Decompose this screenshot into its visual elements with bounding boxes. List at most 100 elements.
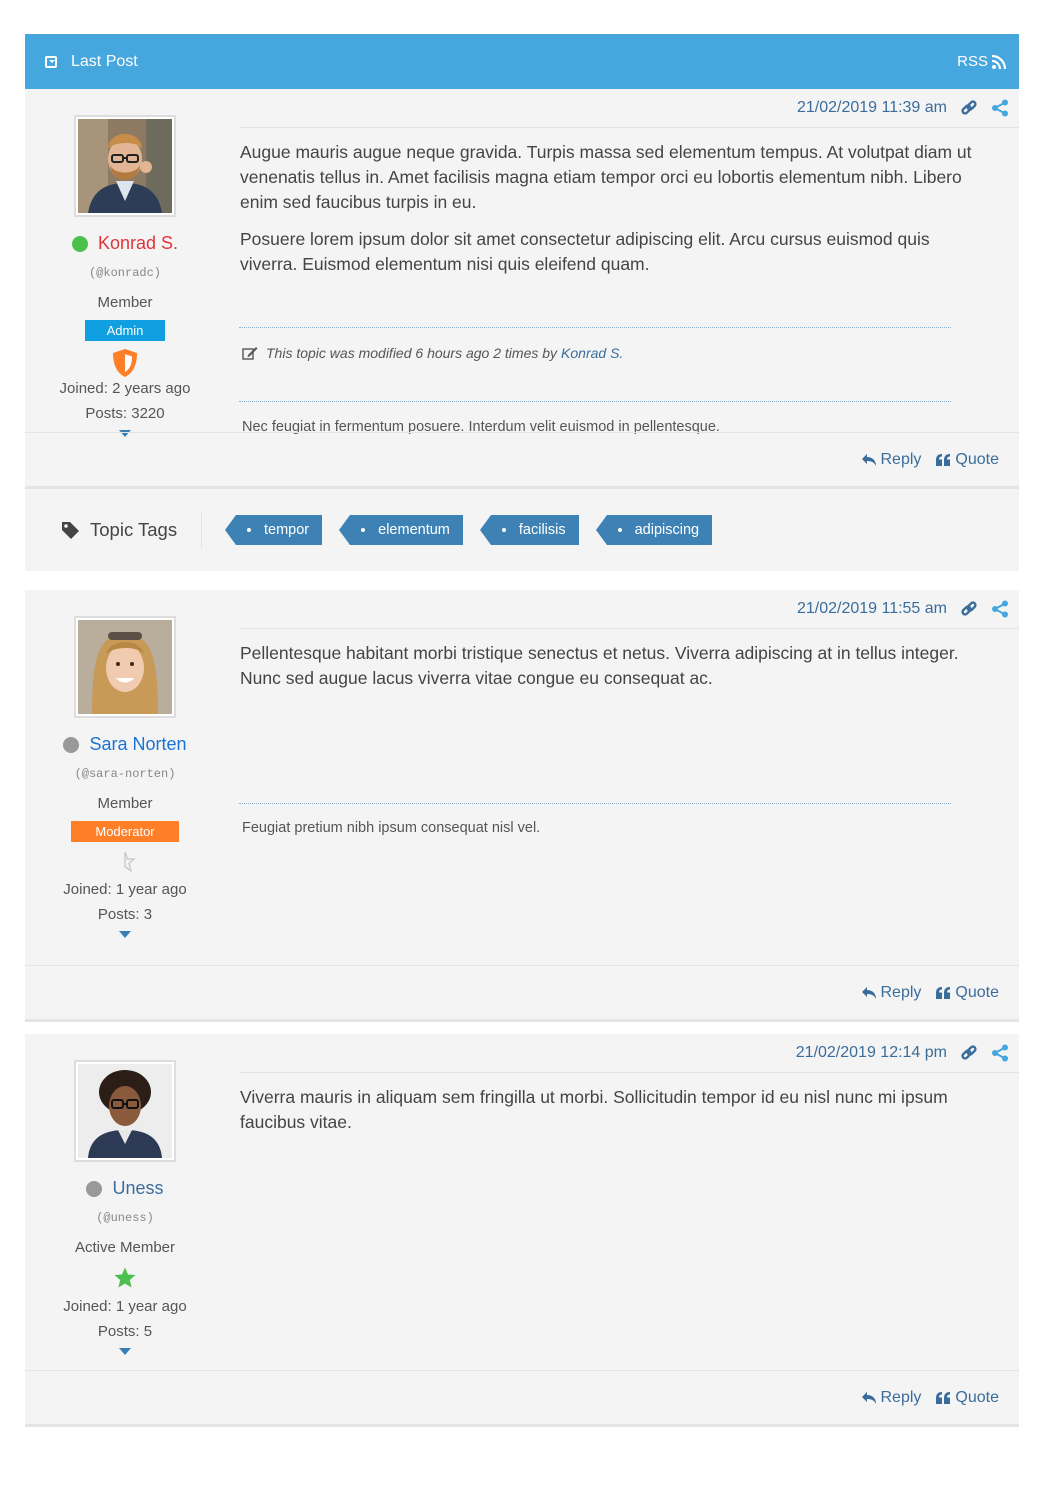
collapse-icon[interactable] (45, 55, 57, 68)
author-name-row: Uness (25, 1178, 225, 1199)
spacer (25, 571, 1019, 590)
avatar[interactable] (74, 115, 176, 217)
rss-icon (991, 54, 1007, 69)
author-posts: Posts: 3220 (85, 405, 165, 422)
author-handle: (@konradc) (88, 266, 161, 280)
offline-status-icon (63, 736, 80, 753)
spacer (25, 1022, 1019, 1034)
divider (239, 803, 951, 804)
post-content: 21/02/2019 12:14 pm Viverra mauris in al… (225, 1034, 1019, 1355)
author-handle: (@uness) (96, 1211, 154, 1225)
tag-elementum[interactable]: elementum (339, 515, 463, 545)
quote-icon (936, 453, 951, 466)
tag-adipiscing[interactable]: adipiscing (595, 515, 713, 545)
expand-author-icon[interactable] (25, 1348, 225, 1355)
rss-link[interactable]: RSS (957, 53, 1007, 70)
post-content: 21/02/2019 11:39 am Augue mauris augue n… (225, 89, 1019, 437)
last-post-link[interactable]: Last Post (45, 53, 138, 71)
shield-icon (113, 349, 137, 377)
post-paragraph: Posuere lorem ipsum dolor sit amet conse… (240, 229, 930, 274)
edit-icon (242, 347, 258, 360)
author-name[interactable]: Sara Norten (89, 734, 186, 755)
rank-row (25, 849, 225, 875)
author-handle: (@sara-norten) (74, 767, 176, 781)
author-panel: Konrad S. (@konradc) Member Admin Joined… (25, 89, 225, 437)
divider (239, 401, 951, 402)
expand-author-icon[interactable] (25, 931, 225, 938)
author-joined: Joined: 2 years ago (59, 380, 191, 397)
quote-label: Quote (955, 1388, 999, 1406)
thread-header: Last Post RSS (25, 34, 1019, 89)
post-actions: Reply Quote (25, 1370, 1019, 1424)
post-content: 21/02/2019 11:55 am Pellentesque habitan… (225, 590, 1019, 938)
author-role: Member (97, 795, 153, 812)
half-star-icon (124, 851, 136, 873)
avatar[interactable] (74, 616, 176, 718)
post-text: Viverra mauris in aliquam sem fringilla … (240, 1085, 989, 1135)
share-icon[interactable] (991, 600, 1009, 618)
author-name[interactable]: Uness (112, 1178, 163, 1199)
tag-tempor[interactable]: tempor (224, 515, 323, 545)
link-icon[interactable] (960, 600, 978, 618)
modified-text: This topic was modified 6 hours ago 2 ti… (266, 345, 558, 361)
post-paragraph: Pellentesque habitant morbi tristique se… (240, 643, 959, 688)
post-date: 21/02/2019 11:39 am (796, 99, 947, 116)
post-date: 21/02/2019 11:55 am (796, 600, 947, 617)
rank-row (25, 348, 225, 377)
author-name[interactable]: Konrad S. (98, 233, 178, 254)
post-paragraph: Viverra mauris in aliquam sem fringilla … (240, 1087, 948, 1132)
author-posts: Posts: 3 (97, 906, 153, 923)
author-role: Member (97, 294, 153, 311)
moderator-badge: Moderator (71, 821, 179, 842)
admin-badge: Admin (85, 320, 165, 341)
reply-label: Reply (880, 450, 922, 468)
reply-button[interactable]: Reply (861, 1388, 922, 1407)
offline-status-icon (86, 1180, 103, 1197)
divider (239, 327, 951, 328)
author-joined: Joined: 1 year ago (63, 881, 187, 898)
avatar[interactable] (74, 1060, 176, 1162)
post-text: Augue mauris augue neque gravida. Turpis… (240, 140, 989, 277)
online-status-icon (71, 235, 88, 252)
post-text: Pellentesque habitant morbi tristique se… (240, 641, 989, 691)
forum-thread: Last Post RSS Konrad S. (@konradc) Membe… (25, 34, 1019, 1427)
topic-tags-label: Topic Tags (25, 511, 202, 549)
modified-by-link[interactable]: Konrad S. (561, 345, 623, 361)
link-icon[interactable] (960, 1044, 978, 1062)
share-icon[interactable] (991, 1044, 1009, 1062)
reply-icon (861, 1391, 876, 1404)
post-3: Uness (@uness) Active Member Joined: 1 y… (25, 1034, 1019, 1424)
link-icon[interactable] (960, 99, 978, 117)
post-signature: Feugiat pretium nibh ipsum consequat nis… (242, 820, 541, 836)
post-2: Sara Norten (@sara-norten) Member Modera… (25, 590, 1019, 1019)
reply-icon (861, 986, 876, 999)
tag-facilisis[interactable]: facilisis (479, 515, 579, 545)
author-name-row: Konrad S. (25, 233, 225, 254)
post-date: 21/02/2019 12:14 pm (795, 1044, 947, 1061)
post-datebar: 21/02/2019 11:55 am (239, 590, 1019, 629)
quote-icon (936, 986, 951, 999)
rss-label: RSS (957, 53, 988, 70)
topic-tags: Topic Tags tempor elementum facilisis ad… (25, 489, 1019, 571)
post-actions: Reply Quote (25, 965, 1019, 1019)
reply-label: Reply (880, 983, 922, 1001)
star-icon (114, 1267, 136, 1288)
post-actions: Reply Quote (25, 432, 1019, 486)
reply-label: Reply (880, 1388, 922, 1406)
author-role: Active Member (74, 1239, 176, 1256)
quote-button[interactable]: Quote (935, 1389, 999, 1407)
author-posts: Posts: 5 (97, 1323, 153, 1340)
quote-icon (936, 1391, 951, 1404)
quote-button[interactable]: Quote (935, 984, 999, 1002)
post-datebar: 21/02/2019 11:39 am (239, 89, 1019, 128)
reply-button[interactable]: Reply (861, 983, 922, 1002)
quote-label: Quote (955, 983, 999, 1001)
author-joined: Joined: 1 year ago (63, 1298, 187, 1315)
separator (25, 1424, 1019, 1427)
quote-button[interactable]: Quote (935, 451, 999, 469)
share-icon[interactable] (991, 99, 1009, 117)
reply-button[interactable]: Reply (861, 450, 922, 469)
author-panel: Sara Norten (@sara-norten) Member Modera… (25, 590, 225, 938)
author-name-row: Sara Norten (25, 734, 225, 755)
post-datebar: 21/02/2019 12:14 pm (239, 1034, 1019, 1073)
